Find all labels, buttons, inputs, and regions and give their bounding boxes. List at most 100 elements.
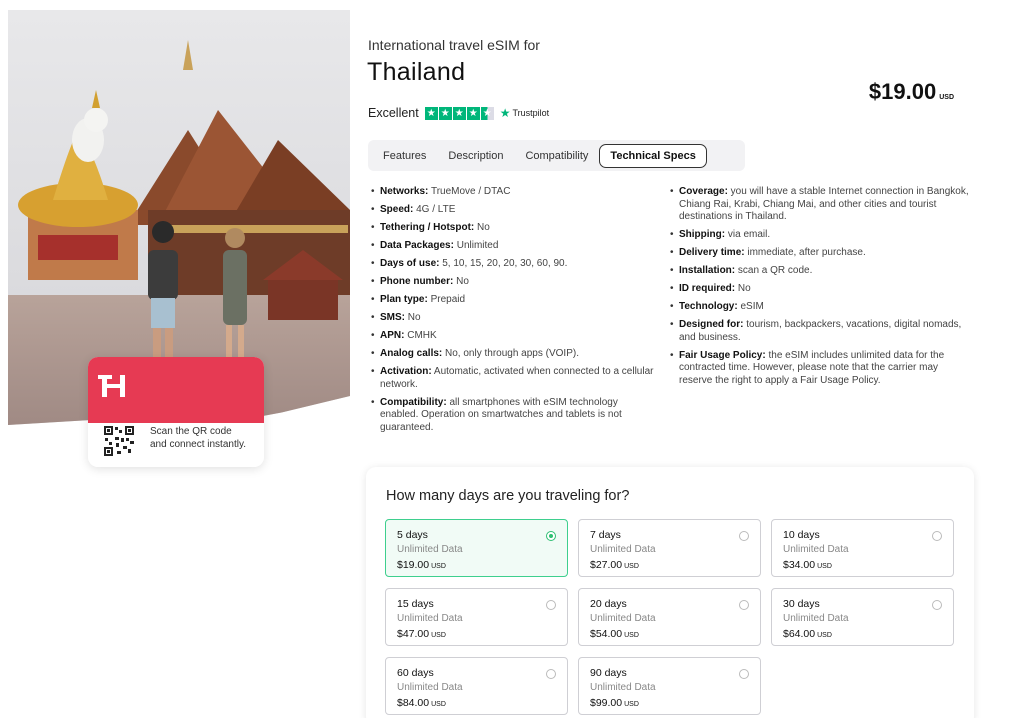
plan-option-7-days[interactable]: 7 days Unlimited Data $27.00 USD: [578, 519, 761, 577]
spec-key: Data Packages:: [380, 240, 454, 251]
plan-radio[interactable]: [739, 531, 749, 541]
plan-radio[interactable]: [932, 531, 942, 541]
plan-grid: 5 days Unlimited Data $19.00 USD 7 days Unlim…: [385, 519, 955, 715]
plan-data: Unlimited Data: [397, 613, 463, 624]
spec-item: Activation: Automatic, activated when co…: [370, 366, 655, 391]
plan-price-currency: USD: [431, 632, 446, 639]
plan-price: $34.00 USD: [783, 559, 832, 571]
spec-key: Installation:: [679, 265, 736, 276]
spec-key: Days of use:: [380, 258, 440, 269]
spec-item: Data Packages: Unlimited: [370, 240, 655, 253]
plan-price-value: $47.00: [397, 628, 430, 640]
spec-item: Phone number: No: [370, 276, 655, 289]
plan-option-10-days[interactable]: 10 days Unlimited Data $34.00 USD: [771, 519, 954, 577]
spec-value: Unlimited: [453, 240, 499, 251]
plan-data: Unlimited Data: [783, 613, 849, 624]
plan-days: 7 days: [590, 529, 621, 541]
spec-key: Activation:: [380, 366, 432, 377]
plan-radio[interactable]: [546, 669, 556, 679]
plan-radio[interactable]: [932, 600, 942, 610]
tab-compatibility[interactable]: Compatibility: [514, 144, 599, 168]
qr-code-icon: [104, 426, 134, 456]
plan-option-90-days[interactable]: 90 days Unlimited Data $99.00 USD: [578, 657, 761, 715]
star-icon: ★: [438, 106, 452, 120]
trustpilot-logo: ★ Trustpilot: [500, 106, 549, 120]
spec-item: ID required: No: [669, 283, 969, 296]
trustpilot-label: Trustpilot: [512, 108, 550, 118]
spec-key: Technology:: [679, 301, 738, 312]
plan-radio[interactable]: [546, 531, 556, 541]
spec-item: Compatibility: all smartphones with eSIM…: [370, 397, 655, 435]
spec-item: Technology: eSIM: [669, 301, 969, 314]
spec-value: eSIM: [737, 301, 764, 312]
card-caption: Scan the QR code and connect instantly.: [150, 426, 246, 450]
plan-option-15-days[interactable]: 15 days Unlimited Data $47.00 USD: [385, 588, 568, 646]
half-star-icon: ★: [480, 106, 494, 120]
spec-key: Tethering / Hotspot:: [380, 222, 475, 233]
spec-item: Days of use: 5, 10, 15, 20, 20, 30, 60, …: [370, 258, 655, 271]
spec-key: Coverage:: [679, 186, 728, 197]
spec-value: No: [735, 283, 751, 294]
spec-item: Coverage: you will have a stable Interne…: [669, 186, 969, 224]
plan-price-value: $27.00: [590, 559, 623, 571]
spec-item: Plan type: Prepaid: [370, 294, 655, 307]
plan-data: Unlimited Data: [590, 544, 656, 555]
spec-key: Phone number:: [380, 276, 454, 287]
plan-price: $27.00 USD: [590, 559, 639, 571]
spec-key: Delivery time:: [679, 247, 745, 258]
spec-key: Plan type:: [380, 294, 428, 305]
spec-key: Networks:: [380, 186, 429, 197]
spec-item: Installation: scan a QR code.: [669, 265, 969, 278]
plan-days: 20 days: [590, 598, 627, 610]
plan-data: Unlimited Data: [590, 613, 656, 624]
plan-price-value: $19.00: [397, 559, 430, 571]
specs-list-right: Coverage: you will have a stable Interne…: [669, 186, 969, 393]
plan-days: 10 days: [783, 529, 820, 541]
card-header: [88, 357, 264, 423]
spec-value: No, only through apps (VOIP).: [442, 348, 579, 359]
plan-price-currency: USD: [624, 563, 639, 570]
plan-price-value: $64.00: [783, 628, 816, 640]
plan-price: $19.00 USD: [397, 559, 446, 571]
star-icon: ★: [424, 106, 438, 120]
tab-description[interactable]: Description: [437, 144, 514, 168]
spec-item: Designed for: tourism, backpackers, vaca…: [669, 319, 969, 344]
spec-item: Speed: 4G / LTE: [370, 204, 655, 217]
tab-features[interactable]: Features: [372, 144, 437, 168]
plan-option-5-days[interactable]: 5 days Unlimited Data $19.00 USD: [385, 519, 568, 577]
spec-value: via email.: [725, 229, 771, 240]
trustpilot-star-icon: ★: [499, 106, 511, 120]
spec-key: Analog calls:: [380, 348, 443, 359]
plan-option-20-days[interactable]: 20 days Unlimited Data $54.00 USD: [578, 588, 761, 646]
plan-radio[interactable]: [546, 600, 556, 610]
tab-technical-specs[interactable]: Technical Specs: [599, 143, 707, 168]
plan-price: $47.00 USD: [397, 628, 446, 640]
spec-value: CMHK: [404, 330, 437, 341]
plan-price-value: $34.00: [783, 559, 816, 571]
plan-data: Unlimited Data: [590, 682, 656, 693]
star-icon: ★: [466, 106, 480, 120]
trustpilot-rating[interactable]: Excellent ★ ★ ★ ★ ★ ★ Trustpilot: [368, 106, 549, 120]
plan-price-value: $99.00: [590, 697, 623, 709]
spec-item: APN: CMHK: [370, 330, 655, 343]
spec-value: 5, 10, 15, 20, 20, 30, 60, 90.: [439, 258, 568, 269]
spec-key: Speed:: [380, 204, 414, 215]
plan-price: $99.00 USD: [590, 697, 639, 709]
specs-list-left: Networks: TrueMove / DTAC Speed: 4G / LTE…: [370, 186, 655, 440]
product-subtitle: International travel eSIM for: [368, 37, 540, 53]
plan-days: 5 days: [397, 529, 428, 541]
spec-key: Shipping:: [679, 229, 726, 240]
spec-value: No: [453, 276, 469, 287]
spec-item: Analog calls: No, only through apps (VOI…: [370, 348, 655, 361]
plan-data: Unlimited Data: [397, 682, 463, 693]
plan-price: $64.00 USD: [783, 628, 832, 640]
plan-price-currency: USD: [431, 701, 446, 708]
plan-radio[interactable]: [739, 600, 749, 610]
plan-option-60-days[interactable]: 60 days Unlimited Data $84.00 USD: [385, 657, 568, 715]
holafly-logo: [98, 375, 125, 397]
plan-radio[interactable]: [739, 669, 749, 679]
price-value: $19.00: [868, 79, 937, 104]
product-price: $19.00 USD: [869, 79, 954, 105]
plan-option-30-days[interactable]: 30 days Unlimited Data $64.00 USD: [771, 588, 954, 646]
plan-days: 60 days: [397, 667, 434, 679]
